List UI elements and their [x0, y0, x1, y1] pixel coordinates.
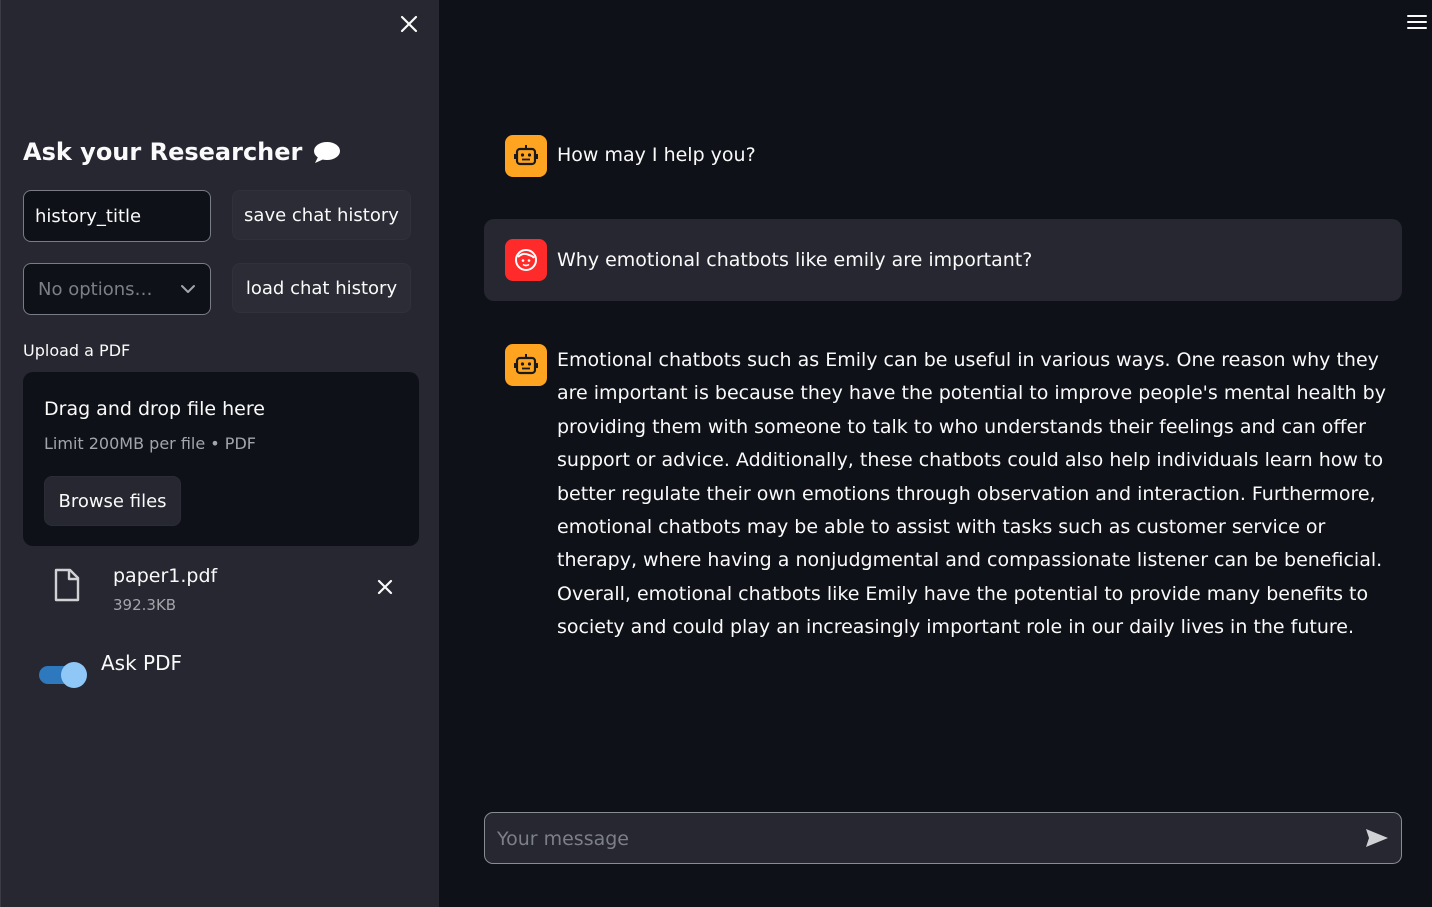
main-area: How may I help you? Why emotional chatbo…: [439, 0, 1432, 907]
close-icon: [377, 579, 393, 595]
close-sidebar-button[interactable]: [397, 12, 421, 36]
chat-message-user: Why emotional chatbots like emily are im…: [484, 219, 1402, 301]
sidebar-title-text: Ask your Researcher: [23, 138, 303, 166]
dropzone-limit: Limit 200MB per file • PDF: [44, 434, 256, 453]
chat-input-box: [484, 812, 1402, 865]
ask-pdf-toggle-row: Ask PDF: [39, 650, 183, 688]
robot-icon: [505, 135, 547, 177]
chevron-down-icon: [181, 285, 195, 293]
send-button[interactable]: [1363, 825, 1391, 851]
history-select[interactable]: No options…: [23, 263, 211, 315]
message-text: Why emotional chatbots like emily are im…: [557, 249, 1033, 271]
toggle-knob: [61, 662, 87, 688]
load-chat-history-button[interactable]: load chat history: [232, 263, 411, 313]
upload-label: Upload a PDF: [23, 341, 131, 360]
speech-bubble-icon: [312, 140, 342, 164]
history-select-value: No options…: [38, 278, 153, 300]
face-icon: [505, 239, 547, 281]
send-icon: [1366, 829, 1388, 847]
ask-pdf-label: Ask PDF: [101, 651, 183, 675]
dropzone-title: Drag and drop file here: [44, 398, 265, 420]
chat-message-assistant: Emotional chatbots such as Emily can be …: [484, 330, 1402, 660]
file-size: 392.3KB: [113, 596, 177, 614]
history-title-input[interactable]: [23, 190, 211, 242]
hamburger-menu-icon[interactable]: [1406, 12, 1428, 32]
sidebar: Ask your Researcher save chat history No…: [0, 0, 439, 907]
message-text: How may I help you?: [557, 144, 756, 166]
message-text: Emotional chatbots such as Emily can be …: [557, 349, 1386, 639]
save-chat-history-button[interactable]: save chat history: [232, 190, 411, 240]
app: Ask your Researcher save chat history No…: [0, 0, 1432, 907]
browse-files-button[interactable]: Browse files: [44, 476, 181, 526]
file-dropzone[interactable]: Drag and drop file here Limit 200MB per …: [23, 372, 419, 546]
remove-file-button[interactable]: [373, 575, 397, 599]
chat-message-input[interactable]: [495, 813, 1349, 865]
file-name: paper1.pdf: [113, 565, 218, 587]
ask-pdf-toggle[interactable]: [39, 662, 87, 688]
robot-icon: [505, 344, 547, 386]
close-icon: [400, 15, 418, 33]
chat-message-assistant: How may I help you?: [484, 122, 1402, 190]
sidebar-title: Ask your Researcher: [23, 138, 342, 166]
uploaded-file: paper1.pdf 392.3KB: [23, 556, 419, 626]
file-icon: [53, 568, 81, 606]
